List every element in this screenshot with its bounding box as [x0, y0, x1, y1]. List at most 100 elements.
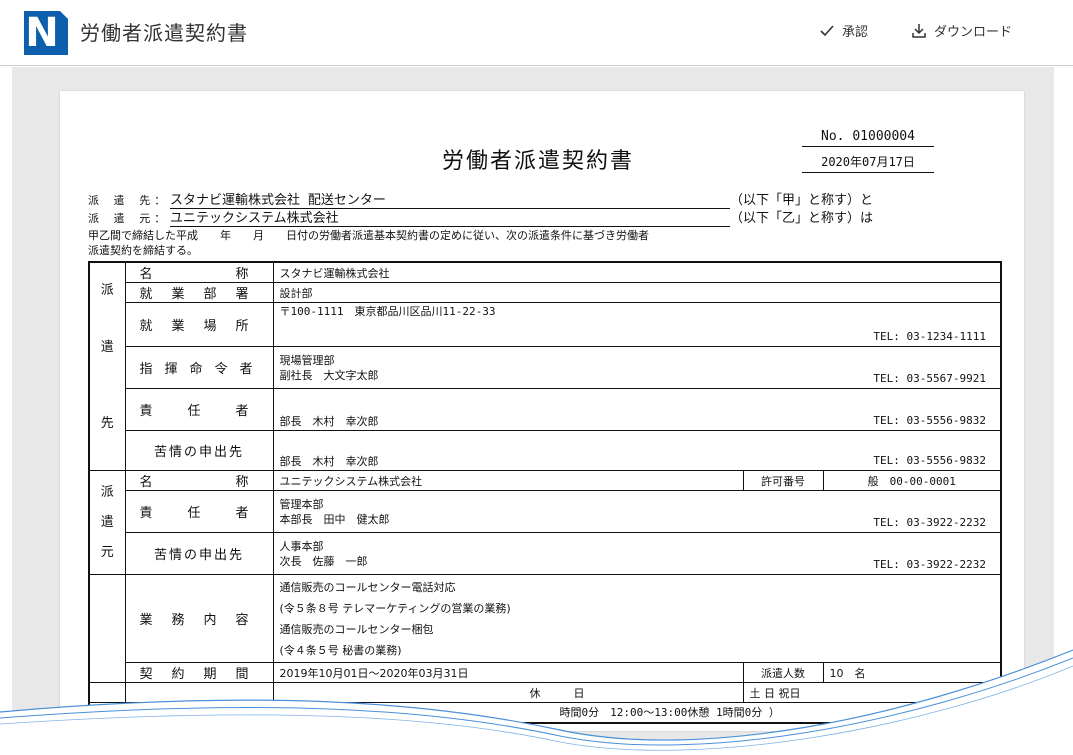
- table-row: 時間0分 12:00～13:00休憩 1時間0分 ）: [88, 702, 1002, 723]
- src-suffix: （以下「乙」と称す）は: [730, 211, 874, 226]
- intro-line-2: 派遣契約を締結する。: [88, 244, 198, 257]
- business-line: (令５条８号 テレマーケティングの営業の業務): [279, 601, 511, 615]
- document-number: No. 01000004: [802, 129, 934, 147]
- headcount-value: 10 名: [822, 662, 1002, 683]
- dest-suffix: （以下「甲」と称す）と: [730, 193, 874, 208]
- logo-corner: [60, 11, 68, 19]
- src-responsible-cell: 管理本部 本部長 田中 健太郎 TEL: 03-3922-2232: [272, 490, 1002, 533]
- logo-letter: N: [25, 10, 59, 56]
- download-icon: [912, 23, 926, 38]
- schedule-group-cell: [88, 682, 126, 703]
- place-cell: 〒100-1111 東京都品川区品川11-22-33 TEL: 03-1234-…: [272, 302, 1002, 347]
- dest-value: スタナビ運輸株式会社 配送センター: [170, 189, 730, 209]
- document-viewer[interactable]: No. 01000004 労働者派遣契約書 2020年07月17日 派 遣 先：…: [12, 67, 1054, 755]
- responsible-tel: TEL: 03-5556-9832: [873, 414, 986, 427]
- src-responsible-dept: 管理本部: [279, 497, 324, 511]
- responsible-cell: 部長 木村 幸次郎 TEL: 03-5556-9832: [272, 388, 1002, 431]
- commander-dept: 現場管理部: [279, 353, 335, 367]
- table-row: 休 日 土 日 祝日: [88, 682, 1002, 703]
- responsible-label: 責任者: [124, 388, 274, 431]
- table-row: 苦情の申出先 部長 木村 幸次郎 TEL: 03-5556-9832: [89, 430, 1002, 471]
- src-responsible-tel: TEL: 03-3922-2232: [873, 516, 986, 529]
- commander-cell: 現場管理部 副社長 大文字太郎 TEL: 03-5567-9921: [272, 346, 1002, 389]
- table-row: 契約期間 2019年10月01日～2020年03月31日 派遣人数 10 名: [89, 662, 1002, 683]
- table-row: 責任者 管理本部 本部長 田中 健太郎 TEL: 03-3922-2232: [89, 490, 1002, 533]
- table-row: 就業場所 〒100-1111 東京都品川区品川11-22-33 TEL: 03-…: [89, 302, 1002, 347]
- headcount-label: 派遣人数: [742, 662, 824, 683]
- business-line: 通信販売のコールセンター梱包: [279, 622, 434, 636]
- src-complaint-label: 苦情の申出先: [124, 532, 274, 575]
- dest-name-label: 名称: [124, 261, 274, 283]
- dest-group-cell: 派 遣 先: [88, 261, 126, 471]
- src-label: 派 遣 元：: [88, 212, 170, 225]
- holiday-value: 土 日 祝日: [742, 682, 1002, 703]
- document-title: 労働者派遣契約書: [442, 149, 635, 174]
- group-char: 元: [100, 544, 114, 560]
- permit-label: 許可番号: [742, 470, 824, 491]
- approve-label: 承認: [842, 25, 869, 40]
- src-name-value: ユニテックシステム株式会社: [272, 470, 744, 491]
- dispatch-destination-line: 派 遣 先：スタナビ運輸株式会社 配送センター （以下「甲」と称す）と: [88, 189, 873, 209]
- download-button[interactable]: ダウンロード: [912, 21, 1012, 40]
- contract-table: 派 遣 先 名称 スタナビ運輸株式会社 就業部署 設計部 就業場所 〒100-1…: [88, 261, 1002, 724]
- intro-text: 甲乙間で締結した平成 年 月 日付の労働者派遣基本契約書の定めに従い、次の派遣条…: [88, 228, 988, 258]
- dest-name-value: スタナビ運輸株式会社: [272, 261, 1002, 283]
- schedule-label: [124, 682, 274, 703]
- holiday-label-cell: 休 日: [272, 682, 744, 703]
- app-header: N 労働者派遣契約書 承認 ダウンロード: [0, 0, 1073, 66]
- src-name-label: 名称: [124, 470, 274, 491]
- src-complaint-tel: TEL: 03-3922-2232: [873, 558, 986, 571]
- src-complaint-dept: 人事本部: [279, 539, 324, 553]
- table-row: 苦情の申出先 人事本部 次長 佐藤 一郎 TEL: 03-3922-2232: [89, 532, 1002, 575]
- dept-label: 就業部署: [124, 282, 274, 303]
- place-label: 就業場所: [124, 302, 274, 347]
- business-line: (令４条５号 秘書の業務): [279, 643, 402, 657]
- src-complaint-cell: 人事本部 次長 佐藤 一郎 TEL: 03-3922-2232: [272, 532, 1002, 575]
- commander-label: 指揮命令者: [124, 346, 274, 389]
- page-title: 労働者派遣契約書: [80, 21, 248, 45]
- table-row: 業務内容 通信販売のコールセンター電話対応 (令５条８号 テレマーケティングの営…: [88, 574, 1002, 683]
- document-page: No. 01000004 労働者派遣契約書 2020年07月17日 派 遣 先：…: [60, 91, 1024, 731]
- place-value: 〒100-1111 東京都品川区品川11-22-33: [279, 305, 496, 318]
- place-tel: TEL: 03-1234-1111: [873, 330, 986, 343]
- permit-value: 般 00-00-0001: [822, 470, 1002, 491]
- src-group-cell: 派 遣 元: [88, 470, 126, 575]
- src-value: ユニテックシステム株式会社: [170, 207, 730, 227]
- group-char: 派: [100, 282, 114, 298]
- group-char: 遣: [100, 514, 114, 530]
- business-cell: 通信販売のコールセンター電話対応 (令５条８号 テレマーケティングの営業の業務)…: [272, 574, 1002, 663]
- break-text: 時間0分 12:00～13:00休憩 1時間0分 ）: [559, 706, 780, 720]
- group-char: 先: [100, 415, 114, 431]
- holiday-label: 休 日: [529, 686, 585, 700]
- table-row: 就業部署 設計部: [89, 282, 1002, 303]
- contract-document: No. 01000004 労働者派遣契約書 2020年07月17日 派 遣 先：…: [72, 91, 1012, 731]
- period-value: 2019年10月01日～2020年03月31日: [272, 662, 744, 683]
- intro-line-1: 甲乙間で締結した平成 年 月 日付の労働者派遣基本契約書の定めに従い、次の派遣条…: [88, 229, 649, 242]
- complaint-tel: TEL: 03-5556-9832: [873, 454, 986, 467]
- time-label: [124, 702, 274, 723]
- approve-button[interactable]: 承認: [820, 21, 868, 40]
- table-row: 派 遣 元 名称 ユニテックシステム株式会社 許可番号 般 00-00-0001: [88, 470, 1002, 575]
- dept-value: 設計部: [272, 282, 1002, 303]
- document-date: 2020年07月17日: [802, 153, 934, 173]
- dest-label: 派 遣 先：: [88, 194, 170, 207]
- period-label: 契約期間: [124, 662, 274, 683]
- table-row: 指揮命令者 現場管理部 副社長 大文字太郎 TEL: 03-5567-9921: [89, 346, 1002, 389]
- business-label: 業務内容: [124, 574, 274, 663]
- complaint-label: 苦情の申出先: [124, 430, 274, 471]
- break-cell: 時間0分 12:00～13:00休憩 1時間0分 ）: [272, 702, 1002, 723]
- app-logo: N: [24, 11, 68, 55]
- complaint-cell: 部長 木村 幸次郎 TEL: 03-5556-9832: [272, 430, 1002, 471]
- table-row: 派 遣 先 名称 スタナビ運輸株式会社: [88, 261, 1002, 471]
- check-icon: [820, 24, 834, 37]
- terms-group-cell: [88, 574, 126, 683]
- download-label: ダウンロード: [934, 25, 1013, 40]
- commander-tel: TEL: 03-5567-9921: [873, 372, 986, 385]
- dispatch-source-line: 派 遣 元：ユニテックシステム株式会社 （以下「乙」と称す）は: [88, 207, 873, 227]
- business-line: 通信販売のコールセンター電話対応: [279, 580, 456, 594]
- group-char: 派: [100, 484, 114, 500]
- group-char: 遣: [100, 339, 114, 355]
- src-responsible-label: 責任者: [124, 490, 274, 533]
- time-group-cell: [88, 702, 126, 723]
- table-row: 責任者 部長 木村 幸次郎 TEL: 03-5556-9832: [89, 388, 1002, 431]
